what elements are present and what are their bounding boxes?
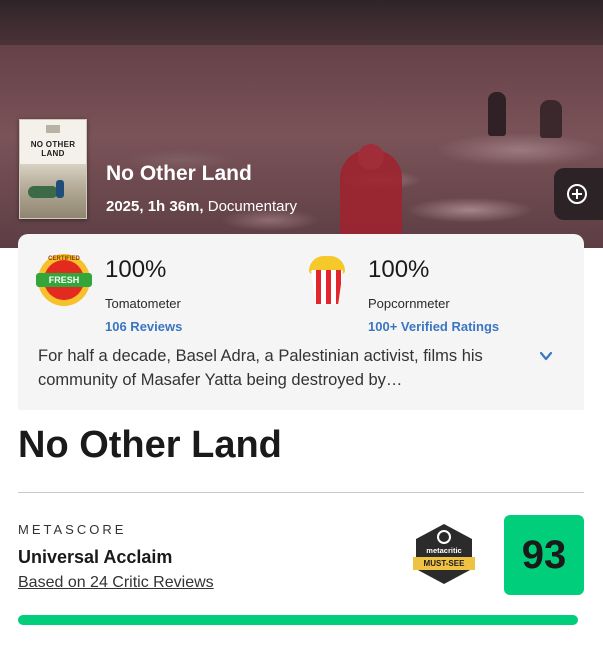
movie-poster[interactable]: NO OTHER LAND bbox=[19, 119, 87, 219]
tomatometer-reviews-link[interactable]: 106 Reviews bbox=[105, 319, 182, 334]
popcornmeter-score: 100% bbox=[368, 256, 430, 283]
hero-person bbox=[488, 92, 506, 136]
metacritic-title: No Other Land bbox=[18, 424, 282, 466]
badge-brand-text: metacritic bbox=[426, 546, 462, 555]
popcorn-tub bbox=[311, 270, 343, 304]
badge-certified-text: CERTIFIED bbox=[48, 256, 80, 262]
divider bbox=[18, 492, 584, 493]
certified-fresh-icon: CERTIFIED FRESH bbox=[36, 254, 92, 306]
tomatometer-score: 100% bbox=[105, 256, 167, 283]
hero-rubble bbox=[0, 60, 603, 248]
popcornmeter-ratings-link[interactable]: 100+ Verified Ratings bbox=[368, 319, 499, 334]
movie-meta: 2025, 1h 36m, Documentary bbox=[106, 198, 297, 215]
hero-person bbox=[540, 100, 562, 138]
metascore-acclaim: Universal Acclaim bbox=[18, 547, 173, 567]
poster-title: NO OTHER LAND bbox=[30, 140, 76, 158]
badge-must-see-text: MUST-SEE bbox=[413, 557, 475, 570]
metacritic-must-see-icon: metacritic MUST-SEE bbox=[413, 524, 475, 584]
poster-logo-icon bbox=[46, 125, 60, 133]
chevron-down-icon[interactable] bbox=[538, 348, 554, 364]
movie-title: No Other Land bbox=[106, 162, 252, 185]
popcornmeter-label: Popcornmeter bbox=[368, 296, 450, 311]
metascore-bar bbox=[18, 615, 578, 625]
badge-fresh-text: FRESH bbox=[36, 273, 92, 287]
add-to-watchlist-button[interactable] bbox=[554, 168, 603, 220]
plus-circle-icon bbox=[567, 184, 587, 204]
hero-sky bbox=[0, 0, 603, 45]
score-card: CERTIFIED FRESH 100% Tomatometer 106 Rev… bbox=[18, 234, 584, 410]
tomatometer-label: Tomatometer bbox=[105, 296, 181, 311]
movie-genre: Documentary bbox=[207, 198, 297, 215]
movie-synopsis: For half a decade, Basel Adra, a Palesti… bbox=[38, 347, 483, 389]
popcorn-icon bbox=[308, 256, 346, 304]
hero-banner: NO OTHER LAND No Other Land 2025, 1h 36m… bbox=[0, 0, 603, 248]
metascore-value[interactable]: 93 bbox=[504, 515, 584, 595]
metacritic-logo-icon bbox=[437, 530, 451, 544]
movie-year-runtime: 2025, 1h 36m, bbox=[106, 198, 204, 215]
critic-reviews-link[interactable]: Based on 24 Critic Reviews bbox=[18, 574, 214, 592]
metascore-label: METASCORE bbox=[18, 522, 127, 537]
poster-image bbox=[20, 164, 86, 218]
